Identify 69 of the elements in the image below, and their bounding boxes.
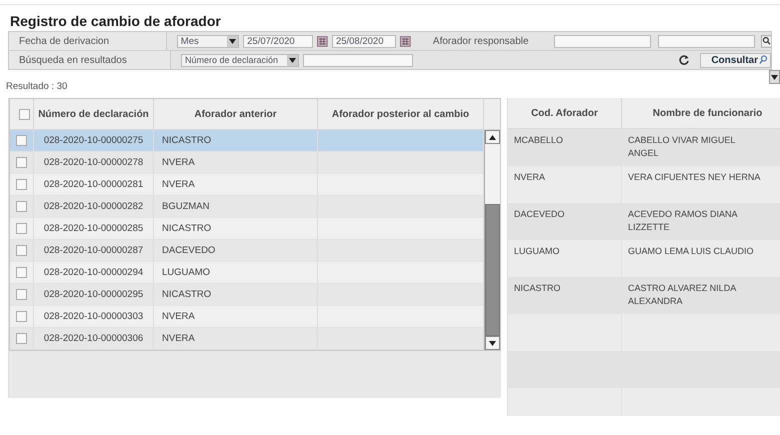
caret-icon bbox=[287, 54, 298, 66]
table-cell: 028-2020-10-00000281 bbox=[34, 174, 154, 196]
row-checkbox[interactable] bbox=[16, 201, 27, 212]
table-cell: CASTRO ALVAREZ NILDA ALEXANDRA bbox=[622, 277, 780, 314]
search-icon bbox=[759, 55, 768, 65]
calendar-icon[interactable] bbox=[400, 36, 411, 46]
table-cell: NICASTRO bbox=[508, 277, 622, 314]
column-header[interactable]: Número de declaración bbox=[34, 99, 154, 130]
scroll-down-icon[interactable] bbox=[485, 336, 500, 350]
date-field[interactable]: 25/08/2020 bbox=[332, 34, 396, 48]
table-cell: CABELLO VIVAR MIGUEL ANGEL bbox=[622, 129, 780, 166]
table-cell: 028-2020-10-00000285 bbox=[34, 218, 154, 240]
column-header[interactable]: Nombre de funcionario bbox=[622, 98, 780, 129]
table-cell: 028-2020-10-00000282 bbox=[34, 196, 154, 218]
field-dropdown[interactable]: Número de declaración bbox=[181, 54, 299, 66]
row-checkbox[interactable] bbox=[16, 157, 27, 168]
table-cell: NICASTRO bbox=[154, 284, 318, 306]
table-cell: NVERA bbox=[154, 174, 318, 196]
row-checkbox[interactable] bbox=[16, 289, 27, 300]
table-cell: NVERA bbox=[508, 166, 622, 203]
table-cell: NVERA bbox=[154, 152, 318, 174]
field-label: Fecha de derivacion bbox=[9, 32, 167, 50]
period-dropdown[interactable]: Mes bbox=[176, 34, 240, 48]
row-checkbox[interactable] bbox=[16, 333, 27, 344]
input-field[interactable] bbox=[303, 54, 413, 66]
caret-icon bbox=[227, 36, 238, 46]
table-cell: MCABELLO bbox=[508, 129, 622, 166]
table-cell: ACEVEDO RAMOS DIANA LIZZETTE bbox=[622, 203, 780, 240]
table-cell: 028-2020-10-00000287 bbox=[34, 240, 154, 262]
table-cell: 028-2020-10-00000294 bbox=[34, 262, 154, 284]
table-cell: LUGUAMO bbox=[508, 240, 622, 277]
refresh-icon[interactable] bbox=[678, 54, 690, 66]
row-checkbox[interactable] bbox=[16, 135, 27, 146]
table-cell: BGUZMAN bbox=[154, 196, 318, 218]
table-cell: NICASTRO bbox=[154, 218, 318, 240]
table-cell: 028-2020-10-00000278 bbox=[34, 152, 154, 174]
search-icon[interactable] bbox=[761, 34, 771, 48]
table-cell: DACEVEDO bbox=[508, 203, 622, 240]
input-field[interactable] bbox=[554, 34, 651, 48]
field-label: Aforador responsable bbox=[432, 36, 530, 46]
table-cell: 028-2020-10-00000306 bbox=[34, 328, 154, 350]
table-cell: LUGUAMO bbox=[154, 262, 318, 284]
table-cell: 028-2020-10-00000275 bbox=[34, 130, 154, 152]
row-checkbox[interactable] bbox=[16, 179, 27, 190]
row-checkbox[interactable] bbox=[16, 267, 27, 278]
table-cell: 028-2020-10-00000303 bbox=[34, 306, 154, 328]
table-cell: DACEVEDO bbox=[154, 240, 318, 262]
result-count: Resultado : 30 bbox=[6, 81, 68, 92]
row-checkbox[interactable] bbox=[16, 245, 27, 256]
caret-icon[interactable] bbox=[769, 70, 780, 84]
field-label: Búsqueda en resultados bbox=[9, 51, 171, 69]
table-cell: VERA CIFUENTES NEY HERNA bbox=[622, 166, 780, 203]
scrollbar-thumb[interactable] bbox=[485, 204, 500, 336]
scroll-up-icon[interactable] bbox=[485, 130, 500, 144]
input-field[interactable] bbox=[658, 34, 756, 48]
table-cell: GUAMO LEMA LUIS CLAUDIO bbox=[622, 240, 780, 277]
select-all-checkbox[interactable] bbox=[19, 108, 30, 120]
consult-button[interactable]: Consultar bbox=[700, 52, 771, 68]
row-checkbox[interactable] bbox=[16, 223, 27, 234]
date-field[interactable]: 25/07/2020 bbox=[243, 34, 314, 48]
table-cell: NVERA bbox=[154, 306, 318, 328]
column-header[interactable]: Cod. Aforador bbox=[508, 98, 622, 129]
column-header[interactable]: Aforador posterior al cambio bbox=[318, 99, 484, 130]
table-cell: NVERA bbox=[154, 328, 318, 350]
table-cell: 028-2020-10-00000295 bbox=[34, 284, 154, 306]
calendar-icon[interactable] bbox=[317, 36, 328, 46]
column-header[interactable]: Aforador anterior bbox=[154, 99, 318, 130]
row-checkbox[interactable] bbox=[16, 311, 27, 322]
table-cell: NICASTRO bbox=[154, 130, 318, 152]
